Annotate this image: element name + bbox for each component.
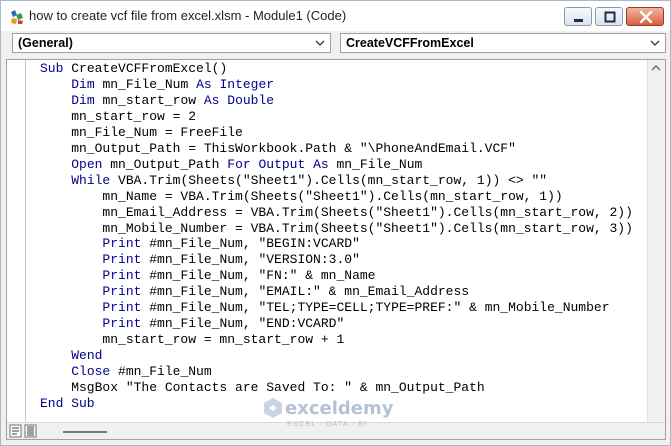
code-line[interactable]: Dim mn_start_row As Double <box>40 93 633 109</box>
vba-app-icon <box>9 9 25 25</box>
code-token: #mn_File_Num, "EMAIL:" & mn_Email_Addres… <box>149 284 470 300</box>
procedure-view-icon[interactable] <box>9 424 22 438</box>
code-token: mn_Email_Address = VBA.Trim(Sheets("Shee… <box>40 204 633 220</box>
close-button[interactable] <box>626 7 664 26</box>
code-keyword: Close <box>71 364 119 380</box>
code-editor[interactable]: Sub CreateVCFFromExcel() Dim mn_File_Num… <box>6 59 666 440</box>
code-line[interactable]: Close #mn_File_Num <box>40 364 633 380</box>
code-line[interactable]: Print #mn_File_Num, "TEL;TYPE=CELL;TYPE=… <box>40 300 633 316</box>
code-line[interactable]: mn_start_row = 2 <box>40 109 633 125</box>
code-keyword: Print <box>102 300 150 316</box>
code-keyword: As Integer <box>196 76 275 92</box>
code-line[interactable]: mn_Mobile_Number = VBA.Trim(Sheets("Shee… <box>40 221 633 237</box>
code-line[interactable]: mn_Email_Address = VBA.Trim(Sheets("Shee… <box>40 205 633 221</box>
code-keyword: End Sub <box>40 396 95 412</box>
code-token: #mn_File_Num, "TEL;TYPE=CELL;TYPE=PREF:"… <box>149 300 610 316</box>
procedure-dropdown-value: CreateVCFFromExcel <box>346 36 474 50</box>
code-text[interactable]: Sub CreateVCFFromExcel() Dim mn_File_Num… <box>40 61 633 412</box>
scroll-up-icon[interactable] <box>651 64 661 72</box>
code-keyword: Dim <box>71 76 103 92</box>
code-line[interactable]: MsgBox "The Contacts are Saved To: " & m… <box>40 380 633 396</box>
procedure-dropdown[interactable]: CreateVCFFromExcel <box>340 33 666 53</box>
code-keyword: Wend <box>71 348 103 364</box>
code-token: mn_Mobile_Number = VBA.Trim(Sheets("Shee… <box>40 220 633 236</box>
code-line[interactable]: Print #mn_File_Num, "END:VCARD" <box>40 316 633 332</box>
code-line[interactable]: Print #mn_File_Num, "VERSION:3.0" <box>40 252 633 268</box>
code-line[interactable]: Print #mn_File_Num, "BEGIN:VCARD" <box>40 236 633 252</box>
object-dropdown-value: (General) <box>18 36 73 50</box>
exceldemy-watermark: exceldemy EXCEL · DATA · BI <box>263 397 423 429</box>
code-line[interactable]: mn_File_Num = FreeFile <box>40 125 633 141</box>
code-line[interactable]: Sub CreateVCFFromExcel() <box>40 61 633 77</box>
minimize-button[interactable] <box>564 7 592 26</box>
code-token: mn_start_row = mn_start_row + 1 <box>40 332 345 348</box>
vertical-scrollbar[interactable] <box>647 60 665 422</box>
code-token: #mn_File_Num, "BEGIN:VCARD" <box>149 236 360 252</box>
code-keyword: Print <box>102 252 150 268</box>
code-keyword: Dim <box>71 92 103 108</box>
chevron-down-icon[interactable] <box>648 37 662 50</box>
code-token: mn_File_Num <box>102 76 197 92</box>
code-line[interactable]: Open mn_Output_Path For Output As mn_Fil… <box>40 157 633 173</box>
code-token: mn_Output_Path <box>110 156 228 172</box>
restore-icon <box>604 11 616 23</box>
object-dropdown[interactable]: (General) <box>12 33 331 53</box>
code-keyword: As Double <box>203 92 275 108</box>
code-line[interactable]: mn_Output_Path = ThisWorkbook.Path & "\P… <box>40 141 633 157</box>
vba-code-window: how to create vcf file from excel.xlsm -… <box>0 0 671 446</box>
code-token: mn_File_Num <box>336 156 423 172</box>
code-token: mn_File_Num = FreeFile <box>40 124 243 140</box>
code-keyword: Print <box>102 284 150 300</box>
code-line[interactable]: Print #mn_File_Num, "EMAIL:" & mn_Email_… <box>40 284 633 300</box>
code-token: #mn_File_Num, "END:VCARD" <box>149 316 345 332</box>
chevron-down-icon[interactable] <box>313 37 327 50</box>
code-keyword: Print <box>102 236 150 252</box>
code-token: mn_Name = VBA.Trim(Sheets("Sheet1").Cell… <box>40 188 563 204</box>
close-icon <box>639 10 653 24</box>
code-line[interactable]: Dim mn_File_Num As Integer <box>40 77 633 93</box>
code-token: mn_start_row = 2 <box>40 108 197 124</box>
code-token: CreateVCFFromExcel() <box>71 61 228 76</box>
code-keyword: Print <box>102 316 150 332</box>
code-token: #mn_File_Num, "VERSION:3.0" <box>149 252 360 268</box>
code-token: mn_start_row <box>102 92 204 108</box>
code-line[interactable]: Wend <box>40 348 633 364</box>
title-bar[interactable]: how to create vcf file from excel.xlsm -… <box>1 1 670 31</box>
window-title: how to create vcf file from excel.xlsm -… <box>29 8 347 23</box>
minimize-icon <box>574 19 583 22</box>
watermark-name: exceldemy <box>285 398 394 419</box>
code-line[interactable]: Print #mn_File_Num, "FN:" & mn_Name <box>40 268 633 284</box>
code-token: VBA.Trim(Sheets("Sheet1").Cells(mn_start… <box>118 172 548 188</box>
code-token: MsgBox "The Contacts are Saved To: " & m… <box>40 380 485 396</box>
code-line[interactable]: mn_start_row = mn_start_row + 1 <box>40 332 633 348</box>
code-keyword: While <box>71 172 119 188</box>
full-module-view-icon[interactable] <box>24 424 37 438</box>
horizontal-scroll-thumb[interactable] <box>63 431 107 433</box>
margin-indicator-bar[interactable] <box>7 60 26 422</box>
code-token: #mn_File_Num, "FN:" & mn_Name <box>149 268 376 284</box>
code-line[interactable]: While VBA.Trim(Sheets("Sheet1").Cells(mn… <box>40 173 633 189</box>
code-token: #mn_File_Num <box>118 364 212 380</box>
exceldemy-logo-icon <box>264 398 282 418</box>
restore-button[interactable] <box>595 7 623 26</box>
code-keyword: Sub <box>40 61 72 76</box>
code-line[interactable]: mn_Name = VBA.Trim(Sheets("Sheet1").Cell… <box>40 189 633 205</box>
code-keyword: Print <box>102 268 150 284</box>
code-keyword: Open <box>71 156 111 172</box>
watermark-tagline: EXCEL · DATA · BI <box>287 419 368 428</box>
code-token: mn_Output_Path = ThisWorkbook.Path & "\P… <box>40 140 516 156</box>
code-keyword: For Output As <box>227 156 337 172</box>
